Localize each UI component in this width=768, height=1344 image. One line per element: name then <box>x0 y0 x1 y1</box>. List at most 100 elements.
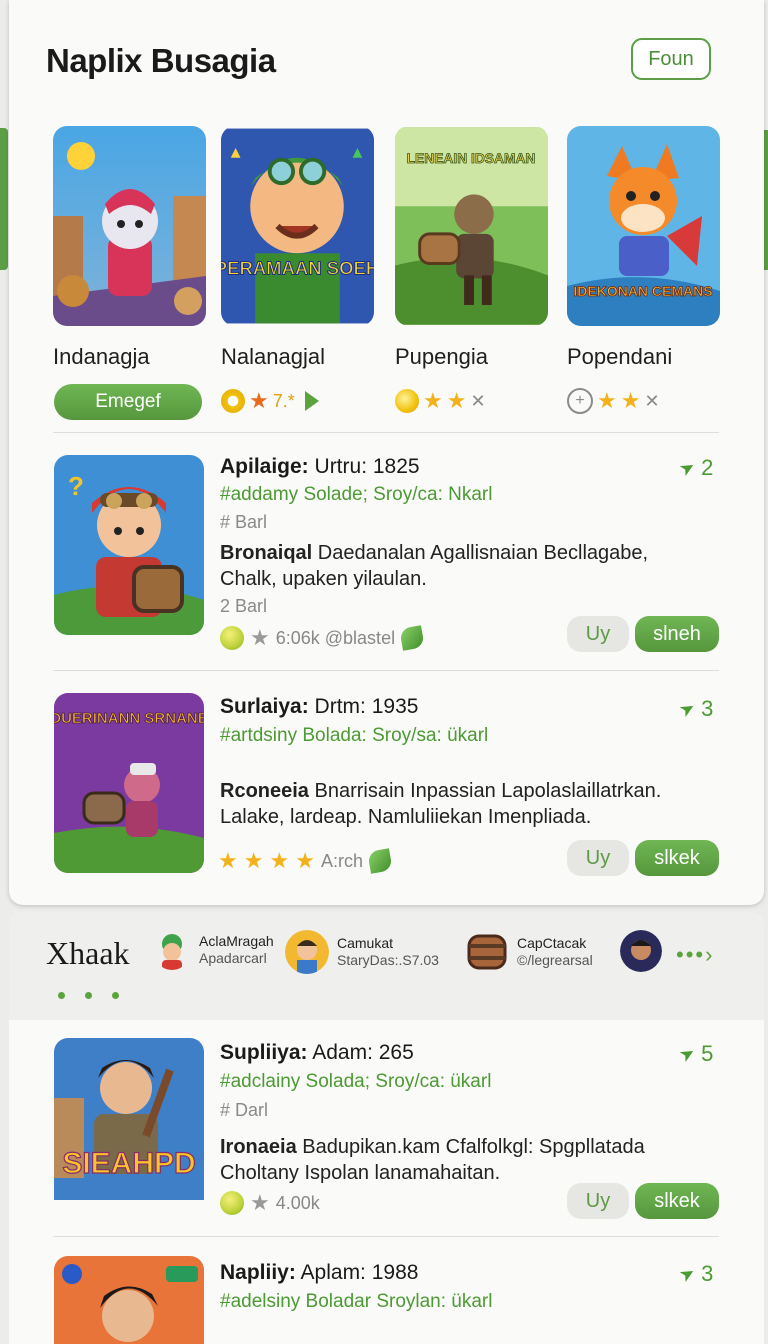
side-tab-left[interactable] <box>0 128 8 270</box>
list-item-4-thumbnail[interactable] <box>54 1256 204 1344</box>
emoji-icon <box>220 626 244 650</box>
pill-title: CapCtacak <box>517 935 587 951</box>
avatar <box>285 930 329 974</box>
strip-pill-2[interactable]: Camukat StaryDas:.S7.03 <box>285 930 439 974</box>
featured-rating-4: + ★ ★ ✕ <box>567 383 660 419</box>
list-item-3-title: Supliiya: Adam: 265 <box>220 1041 414 1064</box>
list-item-3-primary-button[interactable]: slkek <box>635 1183 719 1219</box>
list-item-2-thumbnail[interactable]: DUERINANN SRNANE <box>54 693 204 873</box>
game-art-hammer-kid: SIEAHPD <box>54 1038 204 1200</box>
pill-subtitle: StaryDas:.S7.03 <box>337 952 439 968</box>
coin-icon <box>221 389 245 413</box>
game-art-hero-cat <box>53 126 206 326</box>
list-item-1-primary-button[interactable]: slneh <box>635 616 719 652</box>
list-item-1-meta: ★ 6:06k @blastel <box>220 625 425 651</box>
list-item-3-tags: #adclainy Solada; Sroy/ca: ükarl <box>220 1071 492 1092</box>
poster-title: SIEAHPD <box>62 1147 195 1180</box>
game-art-pilot-kid: ? <box>54 455 204 635</box>
leaf-icon <box>399 625 425 651</box>
svg-text:?: ? <box>68 471 84 501</box>
pill-title: Camukat <box>337 935 394 951</box>
featured-rating-3: ★ ★ ✕ <box>395 383 486 419</box>
poster-title: PERAMAAN SOEH <box>221 258 374 279</box>
divider <box>53 1236 719 1237</box>
list-item-2-rank: ➤ 3 <box>675 696 714 722</box>
star-icon: ★ <box>269 848 290 873</box>
list-item-2-primary-button[interactable]: slkek <box>635 840 719 876</box>
featured-tile-1[interactable] <box>53 126 206 326</box>
rating-text: 7.* <box>272 390 295 411</box>
list-item-1-rank: ➤ 2 <box>675 455 714 481</box>
trend-arrow-icon: ➤ <box>675 1261 699 1287</box>
star-icon: ★ <box>295 848 315 873</box>
page-title: Naplix Busagia <box>46 42 276 79</box>
list-item-3-description: Ironaeia Badupikan.kam Cfalfolkgl: Spgpl… <box>220 1136 645 1184</box>
star-icon: ★ <box>218 848 238 873</box>
list-item-1-tags: #addamy Solade; Sroy/ca: Nkarl <box>220 484 493 505</box>
list-item-2-meta: ★ ★ ★ ★ A:rch <box>218 848 393 874</box>
star-icon: ★ <box>243 848 264 873</box>
list-item-2-secondary-button[interactable]: Uy <box>567 840 629 876</box>
list-item-4-tags: #adelsiny Boladar Sroylan: ükarl <box>220 1291 493 1312</box>
play-icon[interactable] <box>304 391 319 411</box>
trend-arrow-icon: ➤ <box>675 455 699 481</box>
coin-icon <box>395 389 419 413</box>
list-item-3-meta: ★ 4.00k <box>220 1190 320 1216</box>
sparkle-icon: ✕ <box>644 390 660 411</box>
list-item-4-title: Napliiy: Aplam: 1988 <box>220 1261 419 1284</box>
header-action-button[interactable]: Foun <box>631 38 711 80</box>
star-icon: ★ <box>446 388 467 413</box>
game-art-barrel-runner: LENEAIN IDSAMAN <box>395 127 548 325</box>
avatar <box>620 930 662 972</box>
avatar <box>153 930 191 970</box>
game-art-green-cap: PERAMAAN SOEH <box>221 128 374 324</box>
pill-subtitle: Apadarcarl <box>199 950 267 966</box>
star-icon: ★ <box>250 625 270 650</box>
poster-title: DUERINANN SRNANE <box>54 710 204 727</box>
featured-rating-2: ★ 7.* <box>221 383 319 419</box>
list-item-1-secondary-button[interactable]: Uy <box>567 616 629 652</box>
trend-arrow-icon: ➤ <box>675 696 699 722</box>
list-item-3-secondary-button[interactable]: Uy <box>567 1183 629 1219</box>
divider <box>53 670 719 671</box>
plus-circle-icon[interactable]: + <box>567 388 593 414</box>
star-icon: ★ <box>597 388 617 413</box>
leaf-icon <box>367 848 393 874</box>
strip-pill-1[interactable]: AclaMragah Apadarcarl <box>153 930 274 970</box>
list-item-1-title: Apilaige: Urtru: 1825 <box>220 455 420 478</box>
divider <box>53 432 719 433</box>
list-item-2-description: Rconeeia Bnarrisain Inpassian Lapolaslai… <box>220 780 662 828</box>
emoji-icon <box>220 1191 244 1215</box>
poster-title: LENEAIN IDSAMAN <box>407 150 536 166</box>
list-item-1-thumbnail[interactable]: ? <box>54 455 204 635</box>
list-item-1-hash-2: 2 Barl <box>220 596 268 616</box>
trend-arrow-icon: ➤ <box>675 1041 699 1067</box>
star-icon: ★ <box>423 388 443 413</box>
poster-title: IDEKONAN CEMANS <box>573 283 712 299</box>
app-screen: Naplix Busagia Foun PERAMAAN SOEH LENEAI… <box>0 0 768 1344</box>
featured-name-4: Popendani <box>567 344 673 369</box>
pill-title: AclaMragah <box>199 933 274 949</box>
game-art-purple-runner: DUERINANN SRNANE <box>54 693 204 873</box>
strip-pill-4[interactable] <box>620 930 662 972</box>
featured-name-1: Indanagja <box>53 344 150 369</box>
star-icon: ★ <box>249 388 269 413</box>
list-item-2-tags: #artdsiny Bolada: Sroy/sa: ükarl <box>220 725 489 746</box>
game-art-fox-hero: IDEKONAN CEMANS <box>567 126 720 326</box>
strip-pill-3[interactable]: CapCtacak ©/legrearsal <box>465 930 593 974</box>
more-dots-icon[interactable]: •••› <box>676 942 714 968</box>
star-icon: ★ <box>620 388 641 413</box>
star-icon: ★ <box>250 1190 270 1215</box>
list-item-4-rank: ➤ 3 <box>675 1261 714 1287</box>
list-item-3-thumbnail[interactable]: SIEAHPD <box>54 1038 204 1218</box>
featured-tile-3[interactable]: LENEAIN IDSAMAN <box>395 126 548 326</box>
list-item-2-title: Surlaiya: Drtm: 1935 <box>220 695 419 718</box>
featured-tile-4[interactable]: IDEKONAN CEMANS <box>567 126 720 326</box>
pill-subtitle: ©/legrearsal <box>517 952 593 968</box>
featured-name-2: Nalanagjal <box>221 344 325 369</box>
list-item-1-hash: # Barl <box>220 512 268 532</box>
featured-tile-2[interactable]: PERAMAAN SOEH <box>221 126 374 326</box>
pager-dots <box>58 992 119 999</box>
featured-get-button[interactable]: Emegef <box>54 384 202 420</box>
sparkle-icon: ✕ <box>470 390 486 411</box>
